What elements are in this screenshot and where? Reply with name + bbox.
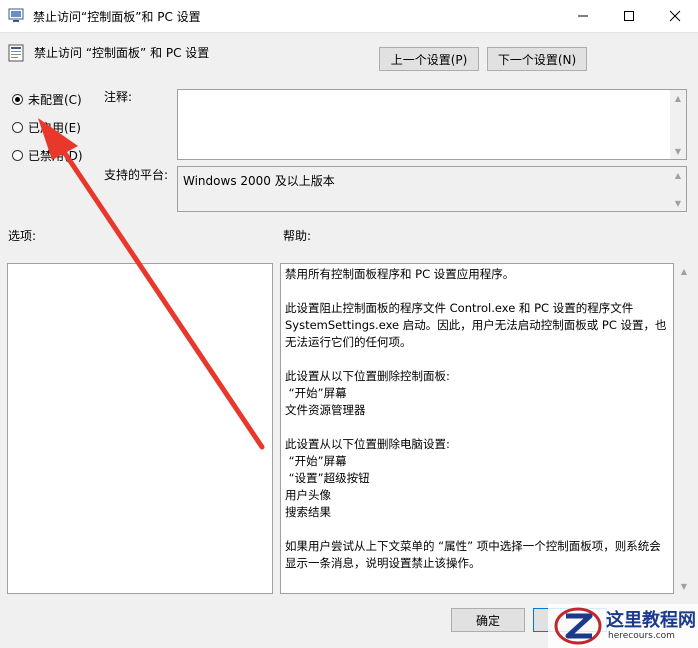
title-bar: 禁止访问“控制面板”和 PC 设置 — [0, 0, 698, 33]
radio-not-configured-label: 未配置(C) — [28, 92, 82, 107]
close-button[interactable] — [652, 0, 698, 32]
scroll-up-icon[interactable]: ▲ — [670, 167, 686, 183]
radio-indicator — [12, 121, 23, 133]
maximize-button[interactable] — [606, 0, 652, 32]
radio-disabled-label: 已禁用(D) — [28, 148, 83, 163]
scroll-down-icon[interactable]: ▼ — [670, 143, 686, 159]
help-label: 帮助: — [283, 229, 312, 243]
scroll-up-icon[interactable]: ▲ — [676, 263, 692, 279]
radio-enabled-label: 已启用(E) — [28, 120, 81, 135]
options-label: 选项: — [8, 229, 37, 243]
radio-indicator-selected — [12, 93, 23, 105]
platform-scrollbar[interactable]: ▲ ▼ — [670, 167, 686, 211]
scroll-up-icon[interactable]: ▲ — [670, 90, 686, 106]
radio-disabled[interactable]: 已禁用(D) — [12, 147, 83, 163]
window-title: 禁止访问“控制面板”和 PC 设置 — [33, 10, 201, 24]
radio-enabled[interactable]: 已启用(E) — [12, 119, 81, 135]
help-scrollbar[interactable]: ▲ ▼ — [676, 263, 692, 594]
watermark-url: herecours.com — [608, 631, 675, 641]
watermark-name: 这里教程网 — [606, 610, 696, 631]
previous-setting-button[interactable]: 上一个设置(P) — [379, 47, 479, 71]
watermark-logo-icon — [554, 607, 602, 645]
platform-label: 支持的平台: — [104, 168, 169, 182]
policy-name: 禁止访问 “控制面板” 和 PC 设置 — [34, 46, 210, 60]
help-panel: 禁用所有控制面板程序和 PC 设置应用程序。 此设置阻止控制面板的程序文件 Co… — [280, 263, 674, 594]
next-setting-button[interactable]: 下一个设置(N) — [487, 47, 587, 71]
comment-scrollbar[interactable]: ▲ ▼ — [670, 90, 686, 159]
maximize-icon — [624, 11, 634, 21]
minimize-icon — [578, 15, 588, 17]
radio-indicator — [12, 149, 23, 161]
policy-app-icon — [8, 8, 24, 22]
close-icon — [669, 10, 681, 22]
comment-label: 注释: — [104, 90, 133, 104]
minimize-button[interactable] — [560, 0, 606, 32]
scroll-down-icon[interactable]: ▼ — [676, 578, 692, 594]
help-text: 禁用所有控制面板程序和 PC 设置应用程序。 此设置阻止控制面板的程序文件 Co… — [285, 267, 667, 570]
ok-button[interactable]: 确定 — [451, 608, 525, 632]
policy-icon — [8, 44, 24, 62]
platform-field: Windows 2000 及以上版本 ▲ ▼ — [177, 166, 687, 212]
options-panel — [7, 263, 273, 594]
scroll-down-icon[interactable]: ▼ — [670, 195, 686, 211]
radio-not-configured[interactable]: 未配置(C) — [12, 91, 82, 107]
comment-textarea[interactable]: ▲ ▼ — [177, 89, 687, 160]
watermark: 这里教程网 herecours.com — [548, 604, 698, 648]
platform-value: Windows 2000 及以上版本 — [183, 174, 335, 188]
